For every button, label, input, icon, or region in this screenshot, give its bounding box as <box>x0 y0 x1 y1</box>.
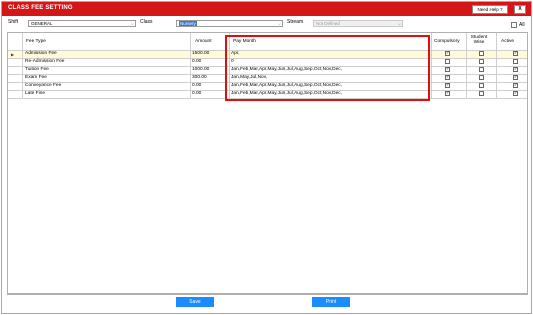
active-checkbox[interactable]: ✓ <box>513 91 518 96</box>
compulsory-checkbox[interactable]: ✓ <box>445 67 450 72</box>
table-row-fee-type[interactable]: Exam Fee <box>25 75 47 80</box>
stream-label: Stream <box>287 19 304 25</box>
shift-select[interactable]: GENERAL ⌵ <box>28 20 136 27</box>
table-row-amount[interactable]: 0.00 <box>192 83 201 88</box>
shift-value: GENERAL <box>31 21 53 26</box>
compulsory-checkbox[interactable]: ✓ <box>445 51 450 56</box>
row-pointer-icon: ▶ <box>11 52 15 57</box>
active-checkbox[interactable]: ✓ <box>513 51 518 56</box>
table-row-fee-type[interactable]: Re-Admission Fee <box>25 59 64 64</box>
table-row-amount[interactable]: 0.00 <box>192 91 201 96</box>
table-row-fee-type[interactable]: Conveyance Fee <box>25 83 61 88</box>
table-row-amount[interactable]: 0.00 <box>192 59 201 64</box>
col-header-amount: Amount <box>195 39 212 44</box>
student-wise-checkbox[interactable] <box>479 59 484 64</box>
pay-month-highlight-box <box>225 35 430 101</box>
student-wise-checkbox[interactable] <box>479 51 484 56</box>
active-checkbox[interactable] <box>513 59 518 64</box>
class-value: Nursery <box>179 21 197 26</box>
col-header-compulsory: Compulsory <box>434 39 460 44</box>
col-header-student-wise: Student Wise <box>470 35 488 45</box>
student-wise-checkbox[interactable] <box>479 67 484 72</box>
class-fee-setting-window: CLASS FEE SETTING Need Help ? X Shift GE… <box>1 1 532 314</box>
compulsory-checkbox[interactable]: ✓ <box>445 83 450 88</box>
col-header-active: Active <box>501 39 515 44</box>
chevron-down-icon: ⌵ <box>277 21 281 26</box>
student-wise-checkbox[interactable] <box>479 83 484 88</box>
active-checkbox[interactable]: ✓ <box>513 83 518 88</box>
compulsory-checkbox[interactable]: ✓ <box>445 75 450 80</box>
stream-value: Not Defined <box>316 21 340 26</box>
need-help-button[interactable]: Need Help ? <box>472 5 508 14</box>
chevron-down-icon: ⌵ <box>130 21 134 26</box>
all-label: All <box>519 22 525 28</box>
save-button[interactable]: Save <box>176 297 214 307</box>
footer-divider <box>7 294 528 295</box>
table-row-amount[interactable]: 1000.00 <box>192 67 209 72</box>
stream-select[interactable]: Not Defined ⌵ <box>313 20 403 27</box>
close-button[interactable]: X <box>514 5 526 14</box>
table-row-fee-type[interactable]: Admission Fee <box>25 51 57 56</box>
all-checkbox[interactable] <box>511 22 517 28</box>
title-bar: CLASS FEE SETTING Need Help ? X <box>2 2 531 16</box>
compulsory-checkbox[interactable] <box>445 59 450 64</box>
active-checkbox[interactable]: ✓ <box>513 75 518 80</box>
compulsory-checkbox[interactable]: ✓ <box>445 91 450 96</box>
col-header-fee-type: Fee Type <box>26 39 46 44</box>
table-row-amount[interactable]: 1500.00 <box>192 51 209 56</box>
table-row-amount[interactable]: 300.00 <box>192 75 207 80</box>
window-title: CLASS FEE SETTING <box>8 5 73 11</box>
student-wise-checkbox[interactable] <box>479 75 484 80</box>
table-row-fee-type[interactable]: Tuition Fee <box>25 67 49 72</box>
shift-label: Shift <box>8 19 19 25</box>
active-checkbox[interactable]: ✓ <box>513 67 518 72</box>
class-label: Class <box>140 19 153 25</box>
class-select[interactable]: Nursery ⌵ <box>176 20 283 27</box>
print-button[interactable]: Print <box>312 297 350 307</box>
table-row-fee-type[interactable]: Late Fine <box>25 91 45 96</box>
chevron-down-icon: ⌵ <box>397 21 401 26</box>
student-wise-checkbox[interactable] <box>479 91 484 96</box>
